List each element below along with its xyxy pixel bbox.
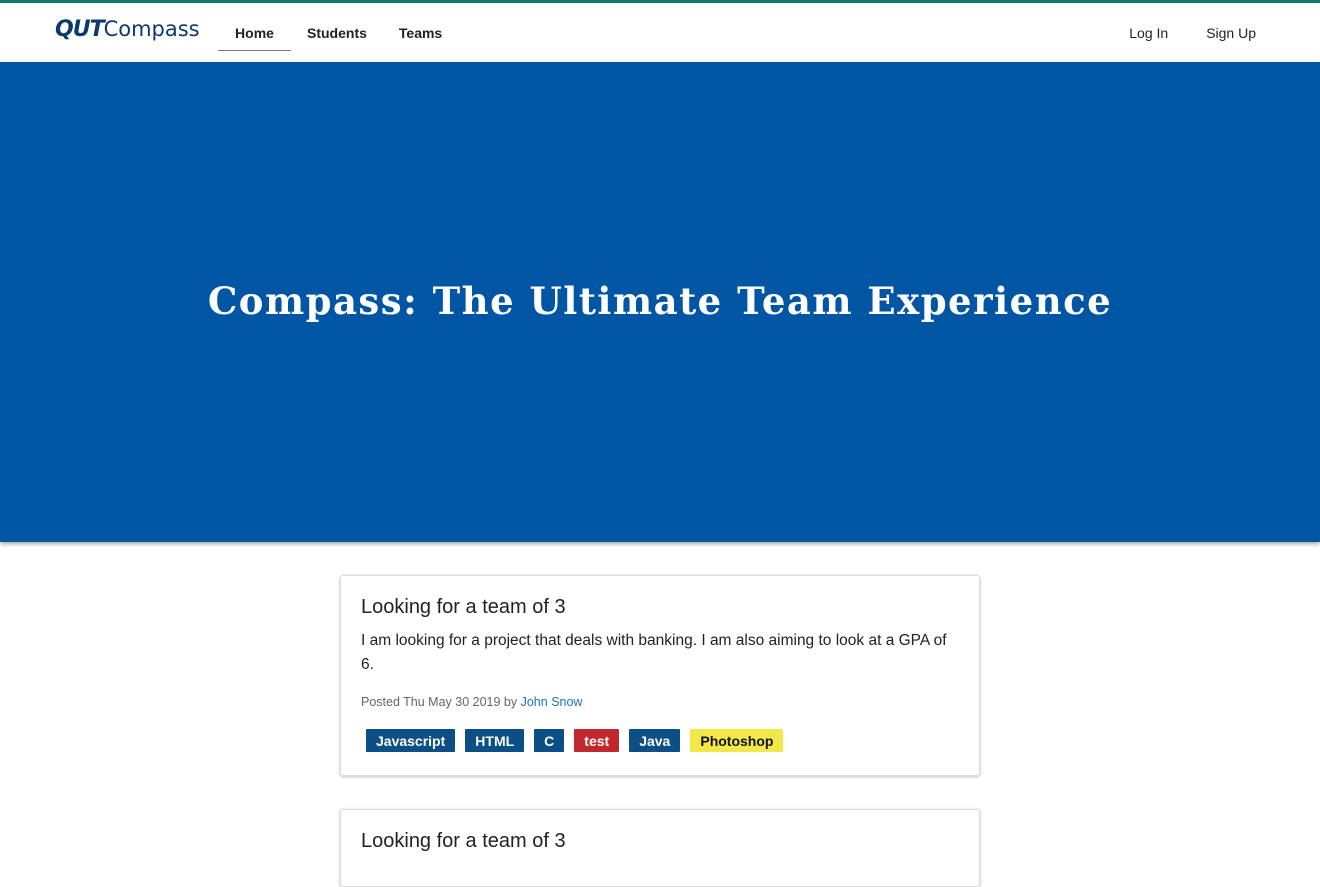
nav-teams[interactable]: Teams xyxy=(383,3,458,62)
tag-c[interactable]: C xyxy=(534,729,565,752)
post-card: Looking for a team of 3 xyxy=(340,809,980,887)
top-navbar: QUT Compass Home Students Teams Log In S… xyxy=(0,0,1320,62)
post-title: Looking for a team of 3 xyxy=(361,596,566,618)
post-feed: Looking for a team of 3 I am looking for… xyxy=(340,575,980,887)
post-meta: Posted Thu May 30 2019 by John Snow xyxy=(361,695,959,709)
tag-photoshop[interactable]: Photoshop xyxy=(690,729,784,752)
tag-html[interactable]: HTML xyxy=(465,729,525,752)
post-date: Posted Thu May 30 2019 by xyxy=(361,695,518,709)
login-link[interactable]: Log In xyxy=(1129,3,1168,62)
main-nav: Home Students Teams xyxy=(218,3,458,62)
nav-home[interactable]: Home xyxy=(218,3,291,62)
post-card: Looking for a team of 3 I am looking for… xyxy=(340,575,980,776)
logo-name: Compass xyxy=(103,17,200,41)
post-author-link[interactable]: John Snow xyxy=(521,695,583,709)
tag-list: Javascript HTML C test Java Photoshop xyxy=(361,729,959,752)
tag-java[interactable]: Java xyxy=(629,729,681,752)
logo-mark: QUT xyxy=(55,17,105,42)
post-body: I am looking for a project that deals wi… xyxy=(361,632,947,673)
qut-compass-logo[interactable]: QUT Compass xyxy=(55,17,200,42)
auth-links: Log In Sign Up xyxy=(1129,3,1256,62)
nav-students[interactable]: Students xyxy=(291,3,383,62)
hero-banner: Compass: The Ultimate Team Experience xyxy=(0,62,1320,542)
hero-title: Compass: The Ultimate Team Experience xyxy=(207,278,1113,323)
tag-test[interactable]: test xyxy=(574,729,620,752)
signup-link[interactable]: Sign Up xyxy=(1206,3,1256,62)
post-title: Looking for a team of 3 xyxy=(361,830,566,852)
tag-javascript[interactable]: Javascript xyxy=(366,729,456,752)
